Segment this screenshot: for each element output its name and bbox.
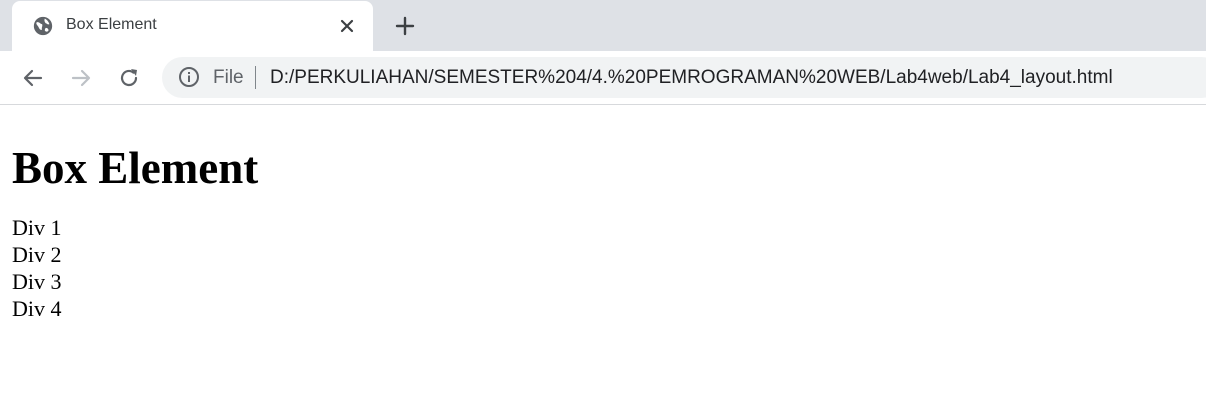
div-2-text: Div 2 xyxy=(12,242,62,267)
browser-toolbar: File D:/PERKULIAHAN/SEMESTER%204/4.%20PE… xyxy=(0,51,1206,105)
scheme-label: File xyxy=(213,67,244,88)
forward-arrow-icon[interactable] xyxy=(69,66,93,90)
globe-icon xyxy=(33,16,53,36)
close-icon[interactable] xyxy=(337,16,357,36)
page-heading: Box Element xyxy=(12,143,259,193)
div-list: Div 1 Div 2 Div 3 Div 4 xyxy=(12,214,1192,322)
scheme-separator xyxy=(255,66,256,89)
url-text[interactable]: D:/PERKULIAHAN/SEMESTER%204/4.%20PEMROGR… xyxy=(270,67,1113,89)
reload-icon[interactable] xyxy=(117,66,141,90)
address-bar[interactable]: File D:/PERKULIAHAN/SEMESTER%204/4.%20PE… xyxy=(162,57,1206,98)
plus-icon[interactable] xyxy=(393,14,417,38)
info-icon[interactable] xyxy=(178,66,200,88)
page-content: Box Element Div 1 Div 2 Div 3 Div 4 xyxy=(12,106,1192,322)
div-4-text: Div 4 xyxy=(12,296,62,321)
div-1-text: Div 1 xyxy=(12,215,62,240)
div-3-text: Div 3 xyxy=(12,269,62,294)
tab-box-element[interactable]: Box Element xyxy=(12,1,373,51)
tab-title: Box Element xyxy=(66,16,157,33)
tab-strip: Box Element xyxy=(0,0,1206,51)
back-arrow-icon[interactable] xyxy=(21,66,45,90)
